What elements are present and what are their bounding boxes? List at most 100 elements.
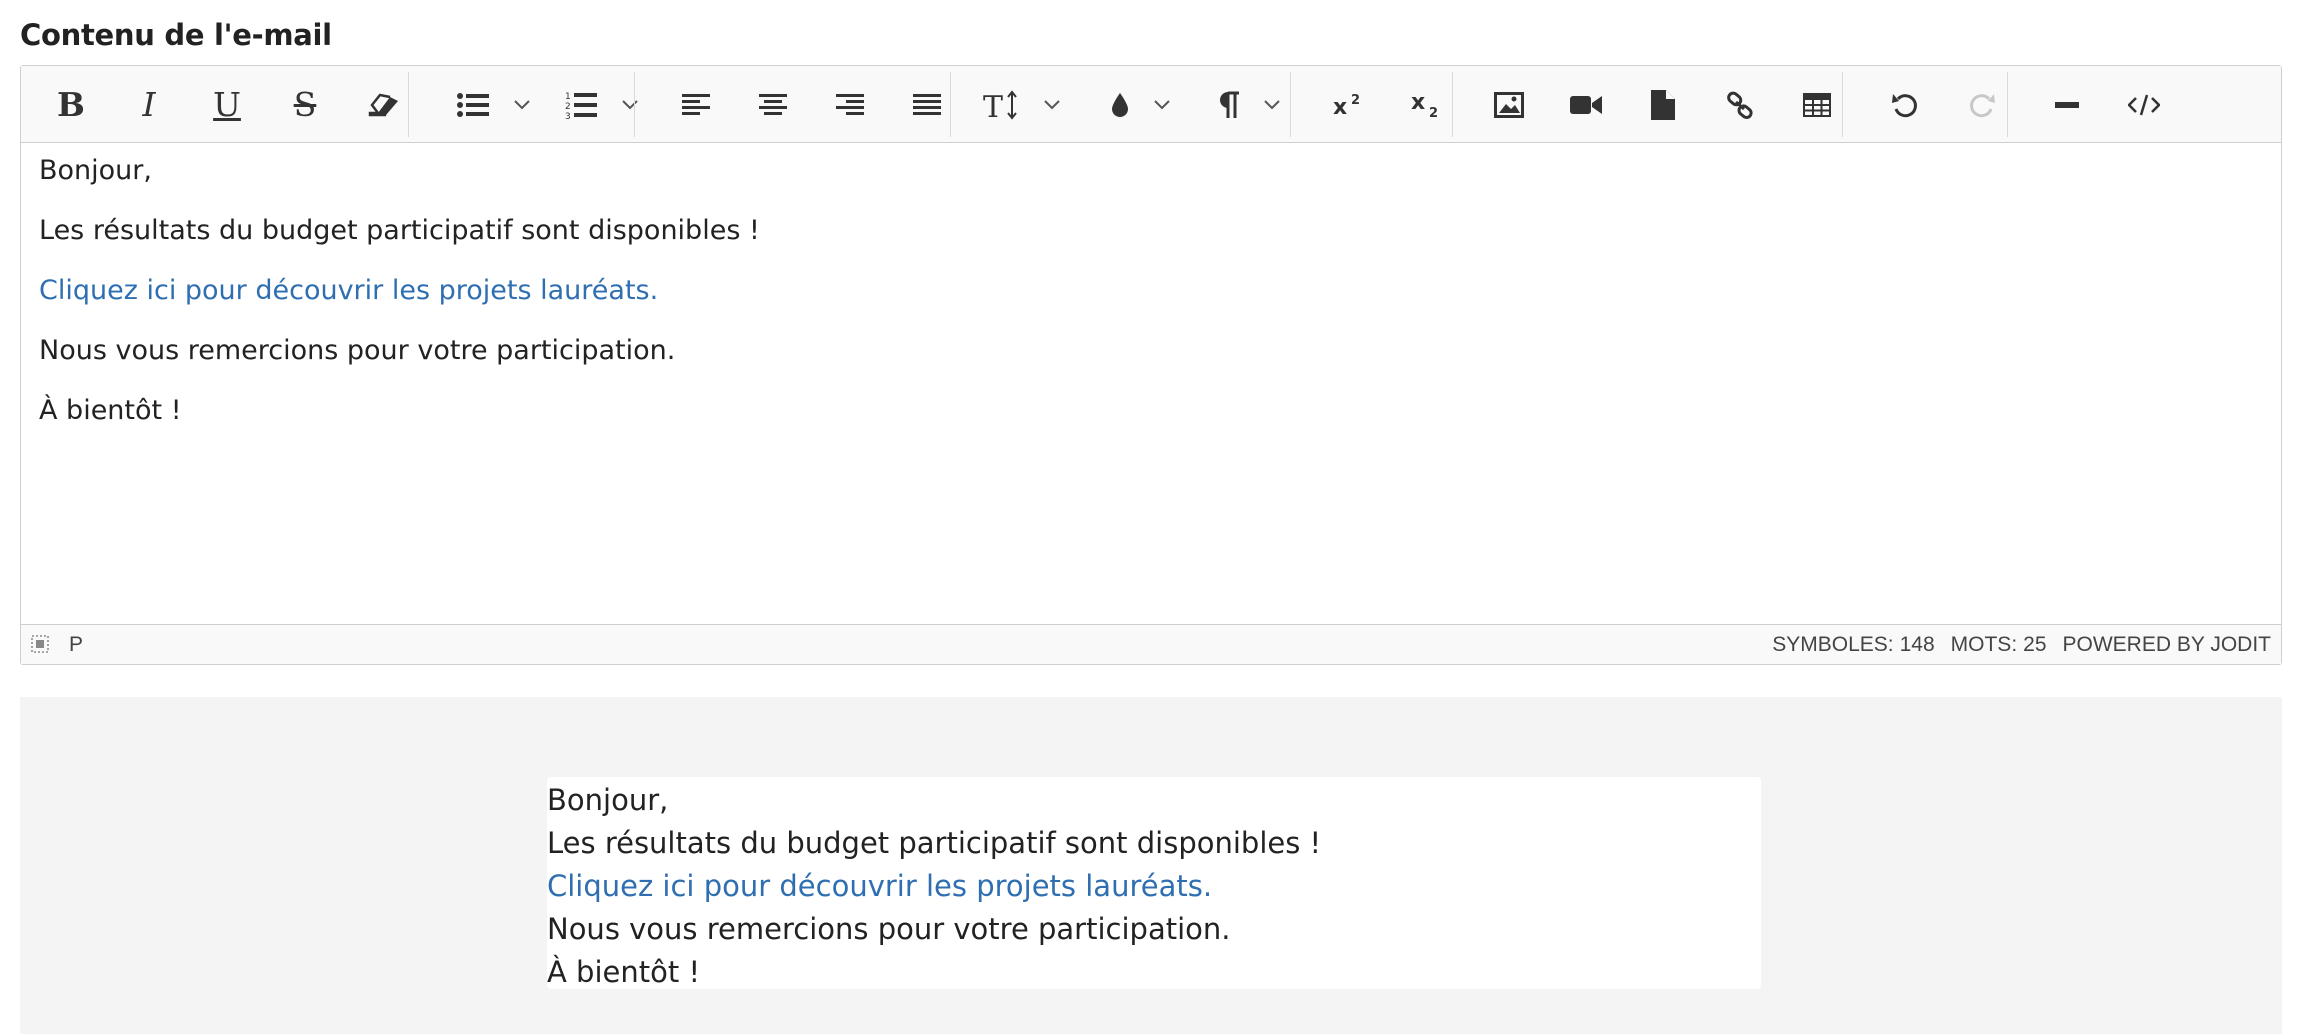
editor-toolbar: B I U S 1 2 3 T x 2 x 2 [21,66,2281,143]
text-color-button[interactable] [1095,66,1145,143]
align-right-button[interactable] [820,66,880,143]
table-icon [1803,92,1831,117]
align-left-button[interactable] [666,66,726,143]
toolbar-separator [1290,72,1291,137]
bold-button[interactable]: B [41,66,101,143]
status-info: SYMBOLES: 148 MOTS: 25 POWERED BY JODIT [1772,633,2271,657]
align-justify-button[interactable] [897,66,957,143]
symbol-count-label: SYMBOLES: [1772,633,1894,656]
svg-text:3: 3 [565,112,571,119]
text-color-dropdown[interactable] [1147,66,1177,143]
email-preview: Bonjour, Les résultats du budget partici… [547,777,1761,989]
paragraph-button[interactable] [1204,66,1254,143]
code-icon [2128,94,2160,115]
field-label: Contenu de l'e-mail [20,18,332,52]
toolbar-separator [634,72,635,137]
numbered-list-icon: 1 2 3 [565,92,597,119]
toolbar-separator [1842,72,1843,137]
insert-video-button[interactable] [1556,66,1616,143]
font-size-icon: T [983,90,1017,120]
content-paragraph: Les résultats du budget participatif son… [39,215,760,246]
chevron-down-icon [1044,99,1060,109]
italic-icon: I [142,85,156,124]
editor-status-bar: P SYMBOLES: 148 MOTS: 25 POWERED BY JODI… [21,624,2281,664]
superscript-button[interactable]: x 2 [1319,66,1379,143]
redo-button[interactable] [1952,66,2012,143]
image-icon [1494,91,1524,118]
svg-text:T: T [983,90,1003,120]
source-code-button[interactable] [2114,66,2174,143]
symbol-count-value: 148 [1899,633,1935,656]
brush-drop-icon [1112,92,1128,117]
underline-icon: U [213,85,241,124]
align-center-button[interactable] [743,66,803,143]
preview-line: Nous vous remercions pour votre particip… [547,912,1231,946]
font-size-button[interactable]: T [976,66,1026,143]
bullet-list-button[interactable] [453,66,493,143]
insert-file-button[interactable] [1633,66,1693,143]
subscript-icon: x 2 [1411,91,1438,119]
align-justify-icon [913,93,941,115]
italic-button[interactable]: I [119,66,179,143]
bullet-list-dropdown[interactable] [507,66,537,143]
horizontal-rule-icon [2055,101,2079,108]
file-icon [1651,89,1675,120]
subscript-button[interactable]: x 2 [1397,66,1457,143]
content-paragraph: À bientôt ! [39,395,182,426]
word-count-value: 25 [2023,633,2047,656]
chevron-down-icon [1264,99,1280,109]
content-paragraph: Cliquez ici pour découvrir les projets l… [39,272,2263,332]
toolbar-separator [1452,72,1453,137]
undo-button[interactable] [1875,66,1935,143]
word-count-label: MOTS: [1950,633,2018,656]
content-paragraph: Nous vous remercions pour votre particip… [39,335,676,366]
bullet-list-icon [457,92,489,117]
preview-link[interactable]: Cliquez ici pour découvrir les projets l… [547,869,1212,903]
insert-link-button[interactable] [1710,66,1770,143]
numbered-list-button[interactable]: 1 2 3 [561,66,601,143]
eraser-button[interactable] [353,66,413,143]
bold-icon: B [57,85,85,124]
undo-icon [1892,93,1917,117]
pilcrow-icon [1220,91,1239,118]
redo-icon [1970,93,1995,117]
eraser-icon [368,93,398,116]
underline-button[interactable]: U [197,66,257,143]
superscript-icon: x 2 [1333,93,1360,118]
preview-line: Cliquez ici pour découvrir les projets l… [547,865,1761,908]
link-icon [1727,91,1753,119]
chevron-down-icon [1154,99,1170,109]
insert-image-button[interactable] [1479,66,1539,143]
preview-line: Bonjour, [547,783,669,817]
svg-text:2: 2 [1351,93,1360,108]
insert-table-button[interactable] [1787,66,1847,143]
word-count: MOTS: 25 [1951,633,2047,657]
toolbar-separator [408,72,409,137]
editor-content-area[interactable]: Bonjour, Les résultats du budget partici… [21,144,2281,624]
preview-line: À bientôt ! [547,955,701,989]
toolbar-separator [2007,72,2008,137]
paragraph-dropdown[interactable] [1257,66,1287,143]
horizontal-rule-button[interactable] [2037,66,2097,143]
email-preview-area: Bonjour, Les résultats du budget partici… [20,697,2282,1034]
strikethrough-button[interactable]: S [275,66,335,143]
svg-text:2: 2 [565,102,571,112]
select-all-icon[interactable] [31,635,49,653]
powered-by-link[interactable]: POWERED BY JODIT [2063,633,2271,657]
content-link[interactable]: Cliquez ici pour découvrir les projets l… [39,275,658,306]
chevron-down-icon [514,99,530,109]
preview-line: Les résultats du budget participatif son… [547,826,1322,860]
align-left-icon [682,93,710,115]
align-center-icon [759,93,787,115]
align-right-icon [836,93,864,115]
rich-text-editor: B I U S 1 2 3 T x 2 x 2 Bonjour, Les rés… [20,65,2282,665]
element-path[interactable]: P [69,633,83,657]
svg-text:x: x [1411,91,1425,115]
chevron-down-icon [622,99,638,109]
numbered-list-dropdown[interactable] [615,66,645,143]
svg-text:1: 1 [565,92,571,102]
font-size-dropdown[interactable] [1037,66,1067,143]
content-paragraph: Bonjour, [39,155,152,186]
svg-text:x: x [1333,95,1347,118]
video-icon [1570,95,1602,114]
